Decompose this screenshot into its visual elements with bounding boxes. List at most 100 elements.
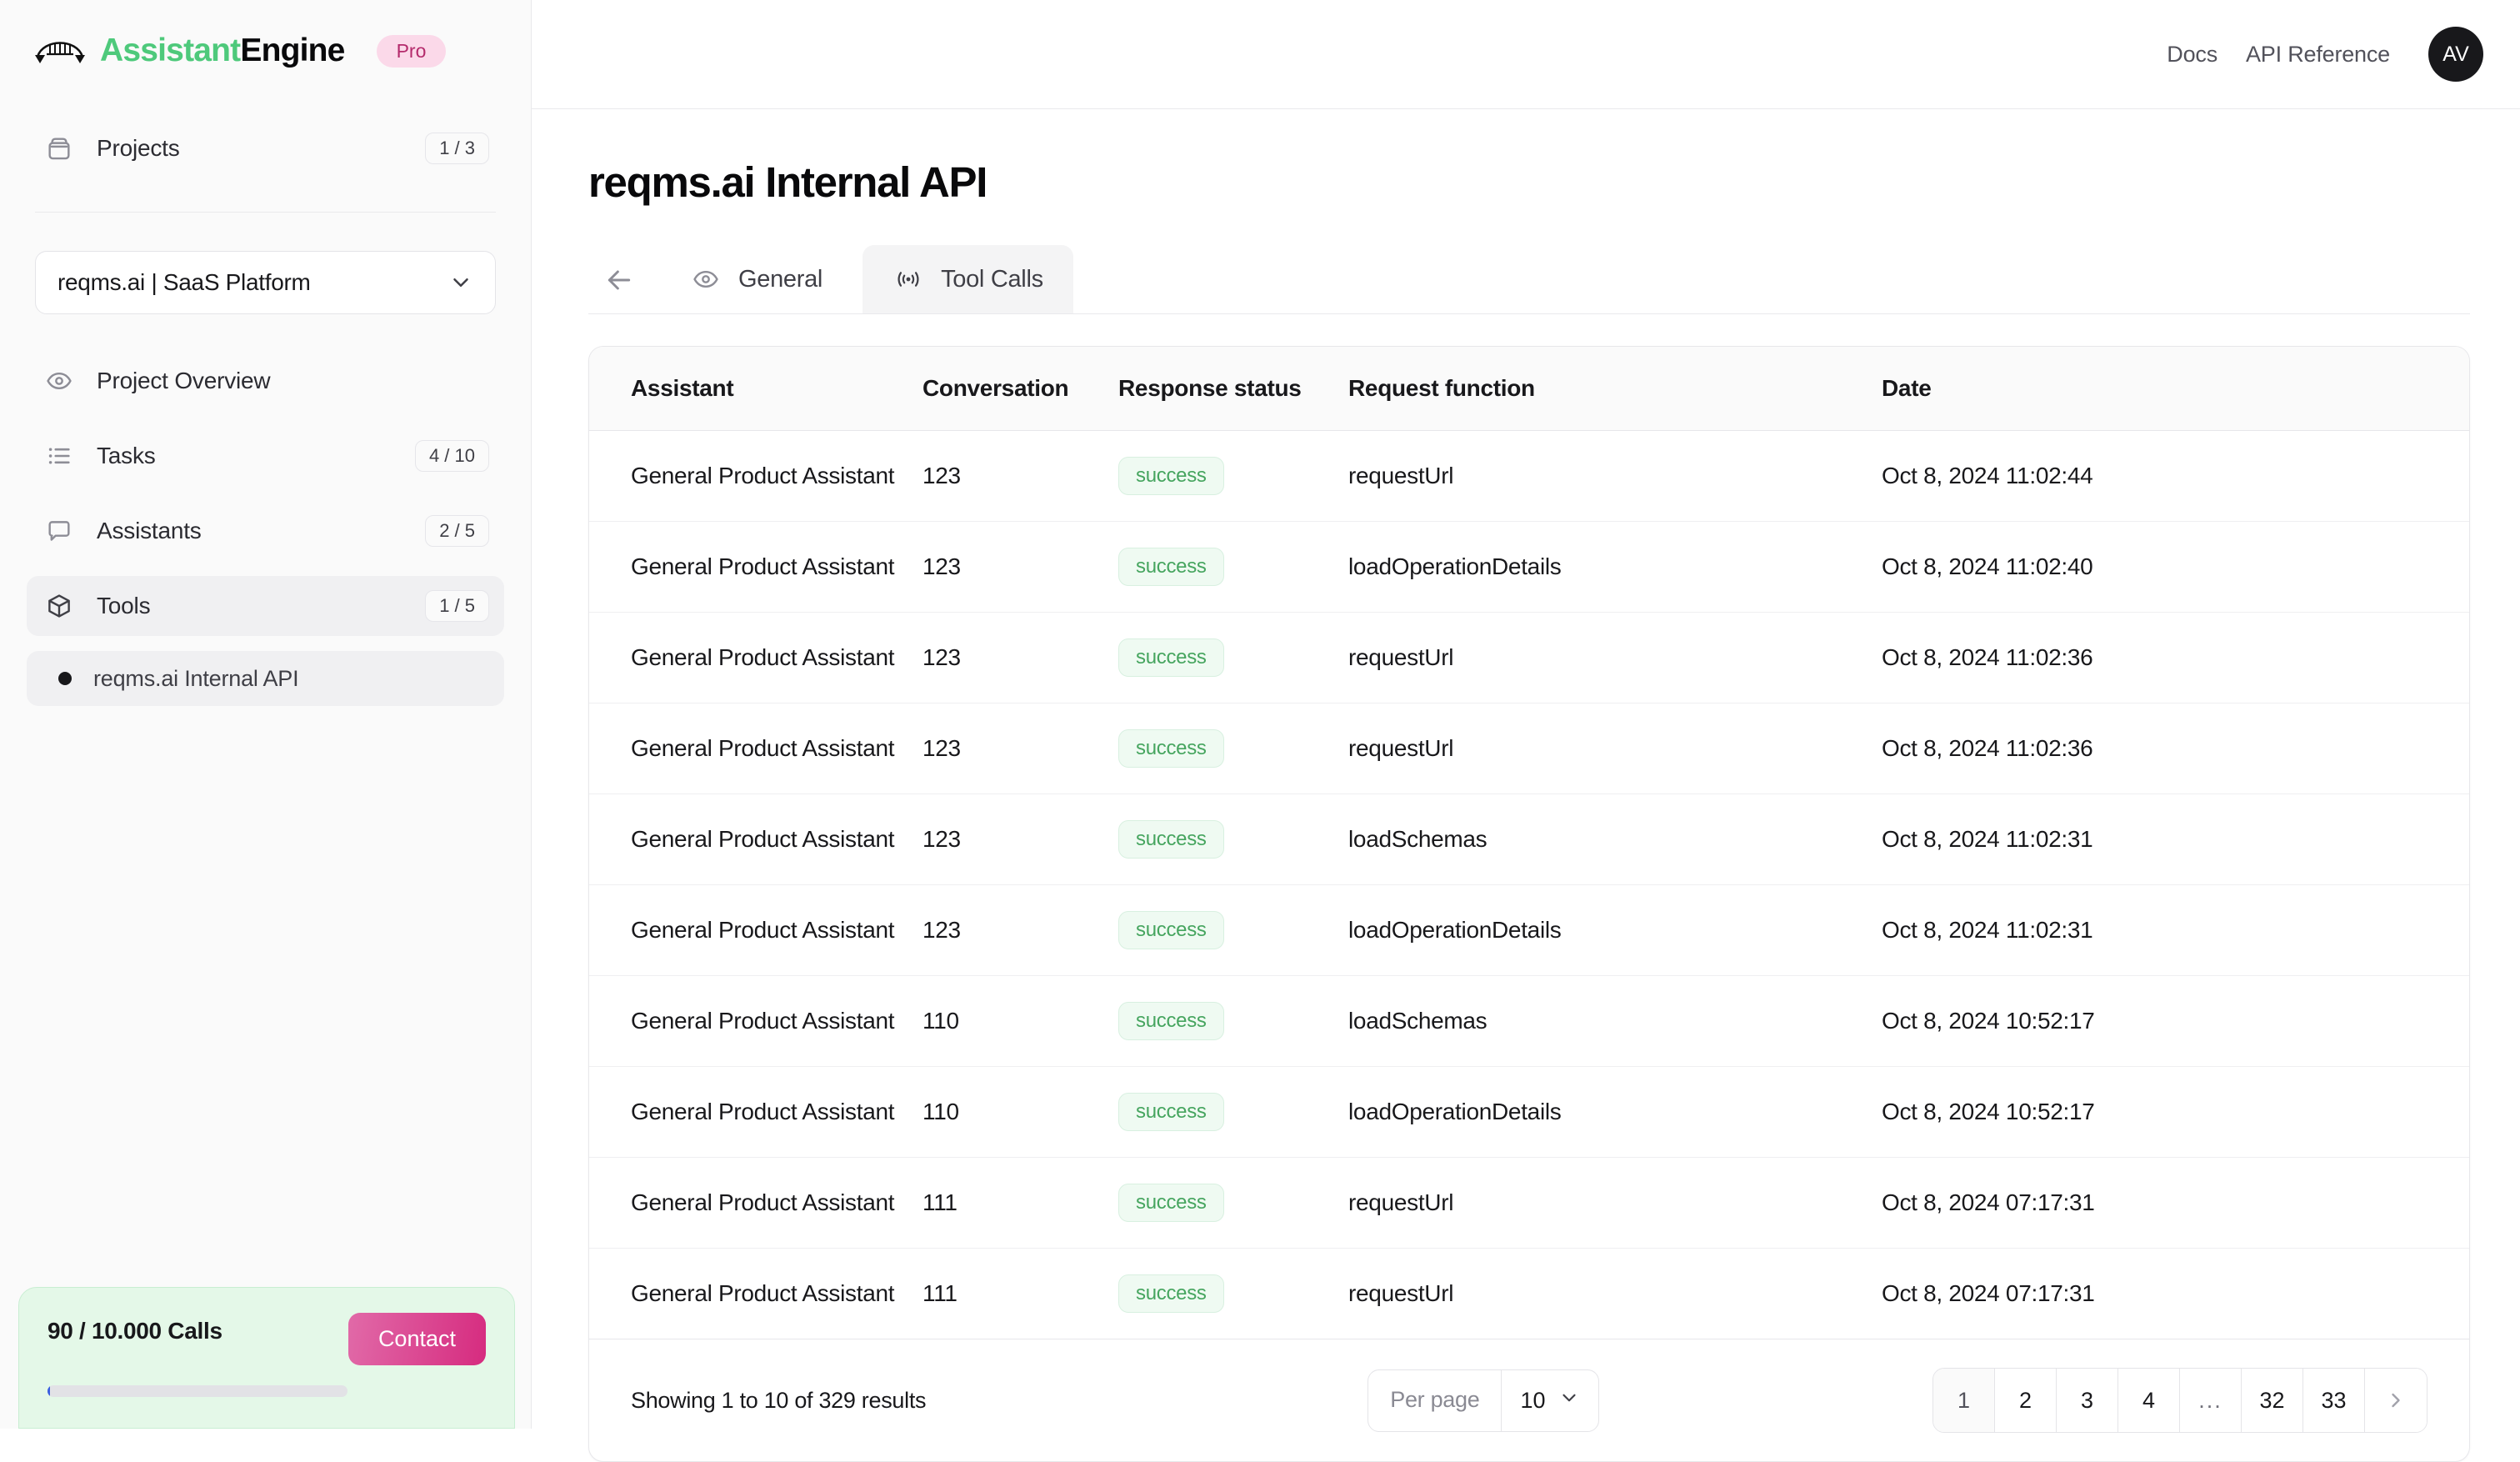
sidebar-item-label: Project Overview <box>97 368 271 393</box>
cell-status: success <box>1118 884 1348 976</box>
pagination: 1 2 3 4 ... 32 33 <box>1932 1368 2428 1433</box>
status-badge: success <box>1118 1274 1224 1313</box>
bridge-arch-icon <box>35 32 85 70</box>
per-page-number: 10 <box>1520 1387 1546 1413</box>
page-button-1[interactable]: 1 <box>1933 1369 1995 1432</box>
cell-date: Oct 8, 2024 07:17:31 <box>1882 1248 2469 1339</box>
sidebar-item-projects[interactable]: Projects 1 / 3 <box>27 118 504 178</box>
cell-date: Oct 8, 2024 10:52:17 <box>1882 1066 2469 1158</box>
back-button[interactable] <box>588 253 650 307</box>
cell-conversation: 110 <box>922 975 1118 1067</box>
tab-general[interactable]: General <box>660 245 852 313</box>
cell-assistant: General Product Assistant <box>589 703 922 794</box>
column-header-conversation: Conversation <box>922 347 1118 431</box>
status-badge: success <box>1118 1002 1224 1040</box>
sidebar-item-tasks[interactable]: Tasks 4 / 10 <box>27 426 504 486</box>
page-button-3[interactable]: 3 <box>2057 1369 2118 1432</box>
api-reference-link[interactable]: API Reference <box>2246 42 2390 68</box>
usage-progress-bar <box>48 1385 348 1397</box>
contact-button[interactable]: Contact <box>348 1313 486 1365</box>
table-header-row: Assistant Conversation Response status R… <box>589 347 2469 431</box>
app-root: AssistantEngine Pro Projects 1 / 3 reqms… <box>0 0 2520 1462</box>
next-page-button[interactable] <box>2365 1369 2427 1432</box>
cell-function: loadOperationDetails <box>1348 1066 1882 1158</box>
topbar: Docs API Reference AV <box>532 0 2520 109</box>
usage-card-top: 90 / 10.000 Calls Contact <box>48 1313 486 1365</box>
cell-date: Oct 8, 2024 07:17:31 <box>1882 1157 2469 1249</box>
cell-date: Oct 8, 2024 11:02:40 <box>1882 521 2469 613</box>
project-selector[interactable]: reqms.ai | SaaS Platform <box>35 251 496 314</box>
page-button-32[interactable]: 32 <box>2242 1369 2303 1432</box>
table-body: General Product Assistant 123 success re… <box>589 430 2469 1339</box>
cell-date: Oct 8, 2024 11:02:36 <box>1882 612 2469 703</box>
table-row[interactable]: General Product Assistant 123 success lo… <box>589 794 2469 885</box>
table-footer: Showing 1 to 10 of 329 results Per page … <box>589 1339 2469 1461</box>
list-icon <box>42 438 77 473</box>
archive-box-icon <box>42 131 77 166</box>
sidebar-subitem-label: reqms.ai Internal API <box>93 665 299 691</box>
table-row[interactable]: General Product Assistant 123 success re… <box>589 430 2469 522</box>
cell-status: success <box>1118 521 1348 613</box>
per-page-label: Per page <box>1368 1369 1502 1431</box>
tab-tool-calls[interactable]: Tool Calls <box>862 245 1073 313</box>
docs-link[interactable]: Docs <box>2167 42 2218 68</box>
table-row[interactable]: General Product Assistant 123 success lo… <box>589 884 2469 976</box>
brand-name-first: Assistant <box>100 33 241 68</box>
brand[interactable]: AssistantEngine Pro <box>0 0 531 70</box>
status-badge: success <box>1118 820 1224 859</box>
table-row[interactable]: General Product Assistant 110 success lo… <box>589 1066 2469 1158</box>
table-head: Assistant Conversation Response status R… <box>589 347 2469 431</box>
column-header-assistant: Assistant <box>589 347 922 431</box>
table-row[interactable]: General Product Assistant 111 success re… <box>589 1157 2469 1249</box>
tab-label: General <box>738 265 823 293</box>
table-row[interactable]: General Product Assistant 123 success re… <box>589 703 2469 794</box>
sidebar-divider <box>35 212 496 213</box>
project-selector-value: reqms.ai | SaaS Platform <box>58 269 311 295</box>
cell-date: Oct 8, 2024 11:02:44 <box>1882 430 2469 522</box>
status-badge: success <box>1118 729 1224 768</box>
cell-function: requestUrl <box>1348 612 1882 703</box>
column-header-response-status: Response status <box>1118 347 1348 431</box>
sidebar-item-assistants[interactable]: Assistants 2 / 5 <box>27 501 504 561</box>
sidebar-item-project-overview[interactable]: Project Overview <box>27 351 504 411</box>
cell-conversation: 123 <box>922 703 1118 794</box>
table-row[interactable]: General Product Assistant 110 success lo… <box>589 975 2469 1067</box>
usage-card: 90 / 10.000 Calls Contact <box>18 1287 515 1429</box>
status-badge: success <box>1118 548 1224 586</box>
tab-bar: General Tool Calls <box>588 245 2470 314</box>
assistants-count-badge: 2 / 5 <box>425 515 489 547</box>
projects-count-badge: 1 / 3 <box>425 133 489 164</box>
brand-name: AssistantEngine <box>100 33 345 69</box>
eye-icon <box>690 263 722 295</box>
sidebar: AssistantEngine Pro Projects 1 / 3 reqms… <box>0 0 532 1429</box>
per-page-value[interactable]: 10 <box>1502 1370 1598 1431</box>
chevron-down-icon <box>1558 1387 1580 1414</box>
avatar[interactable]: AV <box>2428 27 2483 82</box>
cell-assistant: General Product Assistant <box>589 884 922 976</box>
cell-date: Oct 8, 2024 11:02:36 <box>1882 703 2469 794</box>
page-button-2[interactable]: 2 <box>1995 1369 2057 1432</box>
table-row[interactable]: General Product Assistant 123 success lo… <box>589 521 2469 613</box>
cell-assistant: General Product Assistant <box>589 612 922 703</box>
cell-function: requestUrl <box>1348 430 1882 522</box>
sidebar-subitem-reqms-internal-api[interactable]: reqms.ai Internal API <box>27 651 504 706</box>
dot-icon <box>58 672 72 685</box>
page-button-33[interactable]: 33 <box>2303 1369 2365 1432</box>
cell-function: loadSchemas <box>1348 794 1882 885</box>
page-button-4[interactable]: 4 <box>2118 1369 2180 1432</box>
table-row[interactable]: General Product Assistant 111 success re… <box>589 1248 2469 1339</box>
cell-conversation: 111 <box>922 1248 1118 1339</box>
per-page-selector[interactable]: Per page 10 <box>1368 1369 1600 1432</box>
cell-assistant: General Product Assistant <box>589 975 922 1067</box>
nav-projects-section: Projects 1 / 3 <box>0 118 531 178</box>
per-page-wrap: Per page 10 <box>1368 1369 1600 1432</box>
cell-date: Oct 8, 2024 10:52:17 <box>1882 975 2469 1067</box>
sidebar-item-tools[interactable]: Tools 1 / 5 <box>27 576 504 636</box>
table-row[interactable]: General Product Assistant 123 success re… <box>589 612 2469 703</box>
status-badge: success <box>1118 1093 1224 1131</box>
brand-name-second: Engine <box>240 33 345 68</box>
cell-date: Oct 8, 2024 11:02:31 <box>1882 794 2469 885</box>
sidebar-item-label: Tasks <box>97 443 156 468</box>
status-badge: success <box>1118 1184 1224 1222</box>
cell-assistant: General Product Assistant <box>589 1066 922 1158</box>
